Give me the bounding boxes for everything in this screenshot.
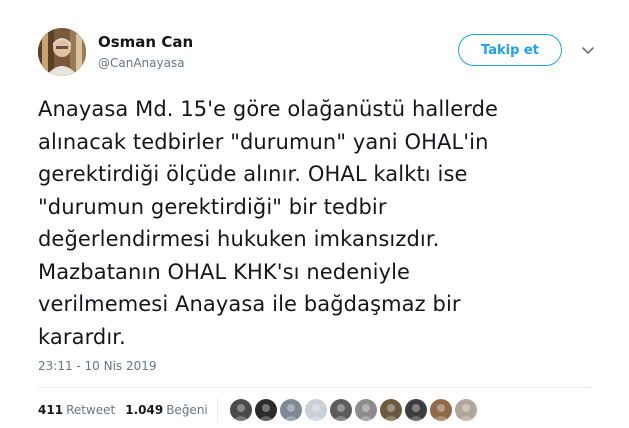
tweet-line: gerektirdiği ölçüde alınır. OHAL kalktı …	[38, 162, 468, 186]
tweet-line: değerlendirmesi hukuken imkansızdır.	[38, 227, 440, 251]
tweet-line: Mazbatanın OHAL KHK'sı nedeniyle	[38, 259, 411, 284]
tweet-text: Anayasa Md. 15'e göre olağanüstü hallerd…	[38, 93, 598, 353]
retweet-label: Retweet	[66, 403, 116, 417]
follow-button[interactable]: Takip et	[458, 34, 562, 66]
retweet-count: 411	[38, 403, 64, 417]
tweet-line: karardır.	[38, 324, 126, 349]
liker-avatar[interactable]	[355, 399, 377, 421]
like-stat[interactable]: 1.049 Beğeni	[125, 403, 208, 417]
tweet-card: Osman Can @CanAnayasa Takip et Anayasa M…	[0, 0, 629, 428]
tweet-timestamp[interactable]: 23:11 - 10 Nis 2019	[38, 359, 157, 373]
liker-avatar[interactable]	[430, 399, 452, 421]
liker-avatars	[230, 399, 477, 421]
divider	[38, 387, 591, 388]
tweet-stats: 411 Retweet 1.049 Beğeni	[38, 403, 208, 417]
avatar[interactable]	[38, 28, 86, 76]
liker-avatar[interactable]	[455, 399, 477, 421]
stats-divider	[217, 398, 218, 422]
liker-avatar[interactable]	[280, 399, 302, 421]
liker-avatar[interactable]	[255, 399, 277, 421]
liker-avatar[interactable]	[305, 399, 327, 421]
tweet-line: verilmemesi Anayasa ile bağdaşmaz bir	[38, 292, 461, 316]
liker-avatar[interactable]	[230, 399, 252, 421]
like-count: 1.049	[125, 403, 164, 417]
like-label: Beğeni	[166, 403, 208, 417]
author-name[interactable]: Osman Can	[98, 33, 193, 51]
chevron-down-icon[interactable]	[580, 42, 596, 58]
liker-avatar[interactable]	[380, 399, 402, 421]
retweet-stat[interactable]: 411 Retweet	[38, 403, 115, 417]
tweet-line: Anayasa Md. 15'e göre olağanüstü hallerd…	[38, 97, 499, 121]
liker-avatar[interactable]	[405, 399, 427, 421]
author-handle[interactable]: @CanAnayasa	[98, 56, 185, 70]
tweet-line: "durumun gerektirdiği" bir tedbir	[38, 194, 387, 219]
tweet-line: alınacak tedbirler "durumun" yani OHAL'i…	[38, 129, 489, 154]
liker-avatar[interactable]	[330, 399, 352, 421]
